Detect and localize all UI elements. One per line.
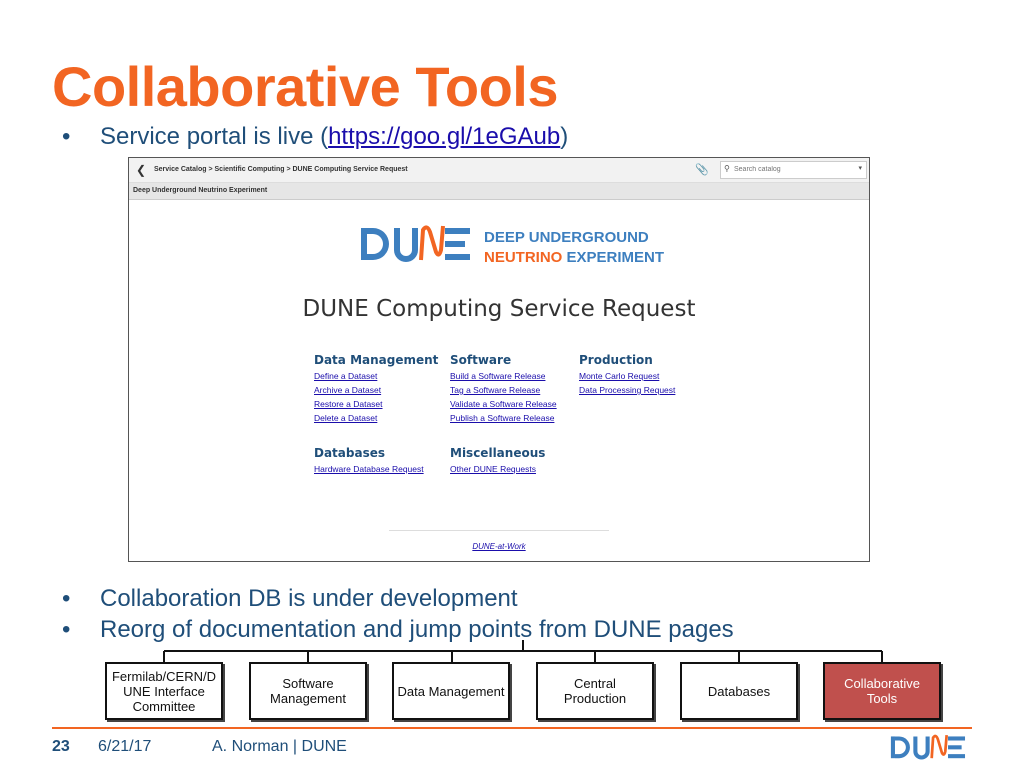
bullet-text: Reorg of documentation and jump points f…	[100, 616, 734, 643]
bullet-dot: •	[62, 123, 71, 150]
section-heading: Data Management	[314, 353, 439, 367]
org-box-software-management: Software Management	[249, 662, 367, 720]
footer-date: 6/21/17	[98, 738, 152, 755]
org-box-line: Data Management	[397, 683, 505, 699]
org-box-line: Collaborative	[844, 676, 920, 691]
bullet-text: Service portal is live (	[100, 123, 329, 150]
search-icon: ⚲	[724, 164, 730, 173]
divider	[389, 530, 609, 531]
section-heading: Production	[579, 353, 653, 367]
link-build-release[interactable]: Build a Software Release	[450, 371, 557, 381]
org-box-line: Software	[282, 676, 334, 691]
search-input[interactable]	[734, 163, 844, 175]
bullet-reorg-docs: • Reorg of documentation and jump points …	[62, 616, 734, 644]
org-box-line: Central	[574, 676, 616, 691]
org-box-line: Committee	[132, 698, 196, 714]
bullet-text-end: )	[560, 123, 569, 150]
org-box-central-production: Central Production	[536, 662, 654, 720]
search-catalog-box[interactable]: ⚲ ▾	[720, 161, 867, 179]
logo-line-1: DEEP UNDERGROUND	[484, 229, 649, 246]
org-box-line: Databases	[707, 683, 771, 699]
paperclip-icon[interactable]: 📎	[695, 163, 709, 176]
org-box-line: Tools	[866, 691, 898, 706]
bullet-collab-db: • Collaboration DB is under development	[62, 585, 518, 613]
back-arrow-icon[interactable]: ❮	[133, 162, 149, 178]
link-other-requests[interactable]: Other DUNE Requests	[450, 464, 545, 474]
section-miscellaneous: Miscellaneous Other DUNE Requests	[450, 446, 545, 478]
section-heading: Miscellaneous	[450, 446, 546, 460]
link-publish-release[interactable]: Publish a Software Release	[450, 413, 557, 423]
org-box-line: Fermilab/CERN/D	[111, 668, 216, 684]
link-archive-dataset[interactable]: Archive a Dataset	[314, 385, 438, 395]
logo-line-2: NEUTRINO EXPERIMENT	[484, 248, 664, 268]
link-restore-dataset[interactable]: Restore a Dataset	[314, 399, 438, 409]
portal-subheader: Deep Underground Neutrino Experiment	[129, 183, 869, 200]
link-delete-dataset[interactable]: Delete a Dataset	[314, 413, 438, 423]
org-box-line: UNE Interface	[123, 683, 205, 699]
logo-experiment: EXPERIMENT	[566, 249, 665, 266]
page-number: 23	[52, 738, 70, 755]
org-box-data-management: Data Management	[392, 662, 510, 720]
service-portal-link[interactable]: https://goo.gl/1eGAub	[328, 123, 560, 150]
section-production: Production Monte Carlo Request Data Proc…	[579, 353, 675, 399]
link-define-dataset[interactable]: Define a Dataset	[314, 371, 438, 381]
dune-logo	[361, 225, 470, 262]
portal-screenshot: ❮ Service Catalog > Scientific Computing…	[128, 157, 870, 562]
breadcrumb[interactable]: Service Catalog > Scientific Computing >…	[154, 166, 408, 173]
chevron-down-icon[interactable]: ▾	[858, 164, 862, 172]
org-box-line: Management	[270, 691, 346, 706]
link-validate-release[interactable]: Validate a Software Release	[450, 399, 557, 409]
footer-author: A. Norman | DUNE	[212, 738, 347, 755]
portal-title: DUNE Computing Service Request	[302, 296, 696, 322]
bullet-text: Collaboration DB is under development	[100, 585, 518, 612]
footer-dune-logo	[890, 734, 966, 760]
org-box-line: Production	[563, 691, 627, 706]
bullet-service-portal: • Service portal is live (https://goo.gl/…	[62, 123, 568, 151]
bullet-dot: •	[62, 585, 71, 612]
logo-neutrino: NEUTRINO	[484, 249, 563, 266]
org-box-collaborative-tools: Collaborative Tools	[823, 662, 941, 720]
footer-divider	[52, 727, 972, 729]
link-monte-carlo[interactable]: Monte Carlo Request	[579, 371, 675, 381]
section-heading: Databases	[314, 446, 386, 460]
portal-toolbar: ❮ Service Catalog > Scientific Computing…	[129, 158, 869, 183]
slide-title: Collaborative Tools	[52, 55, 558, 118]
link-tag-release[interactable]: Tag a Software Release	[450, 385, 557, 395]
link-data-processing[interactable]: Data Processing Request	[579, 385, 675, 395]
section-databases: Databases Hardware Database Request	[314, 446, 424, 478]
section-heading: Software	[450, 353, 512, 367]
bullet-dot: •	[62, 616, 71, 643]
section-software: Software Build a Software Release Tag a …	[450, 353, 557, 427]
dune-at-work-link[interactable]: DUNE-at-Work	[129, 542, 869, 551]
section-data-management: Data Management Define a Dataset Archive…	[314, 353, 438, 427]
org-box-interface-committee: Fermilab/CERN/D UNE Interface Committee	[105, 662, 223, 720]
dune-logo-text: DEEP UNDERGROUND NEUTRINO EXPERIMENT	[484, 228, 664, 268]
org-box-databases: Databases	[680, 662, 798, 720]
link-hardware-db[interactable]: Hardware Database Request	[314, 464, 424, 474]
